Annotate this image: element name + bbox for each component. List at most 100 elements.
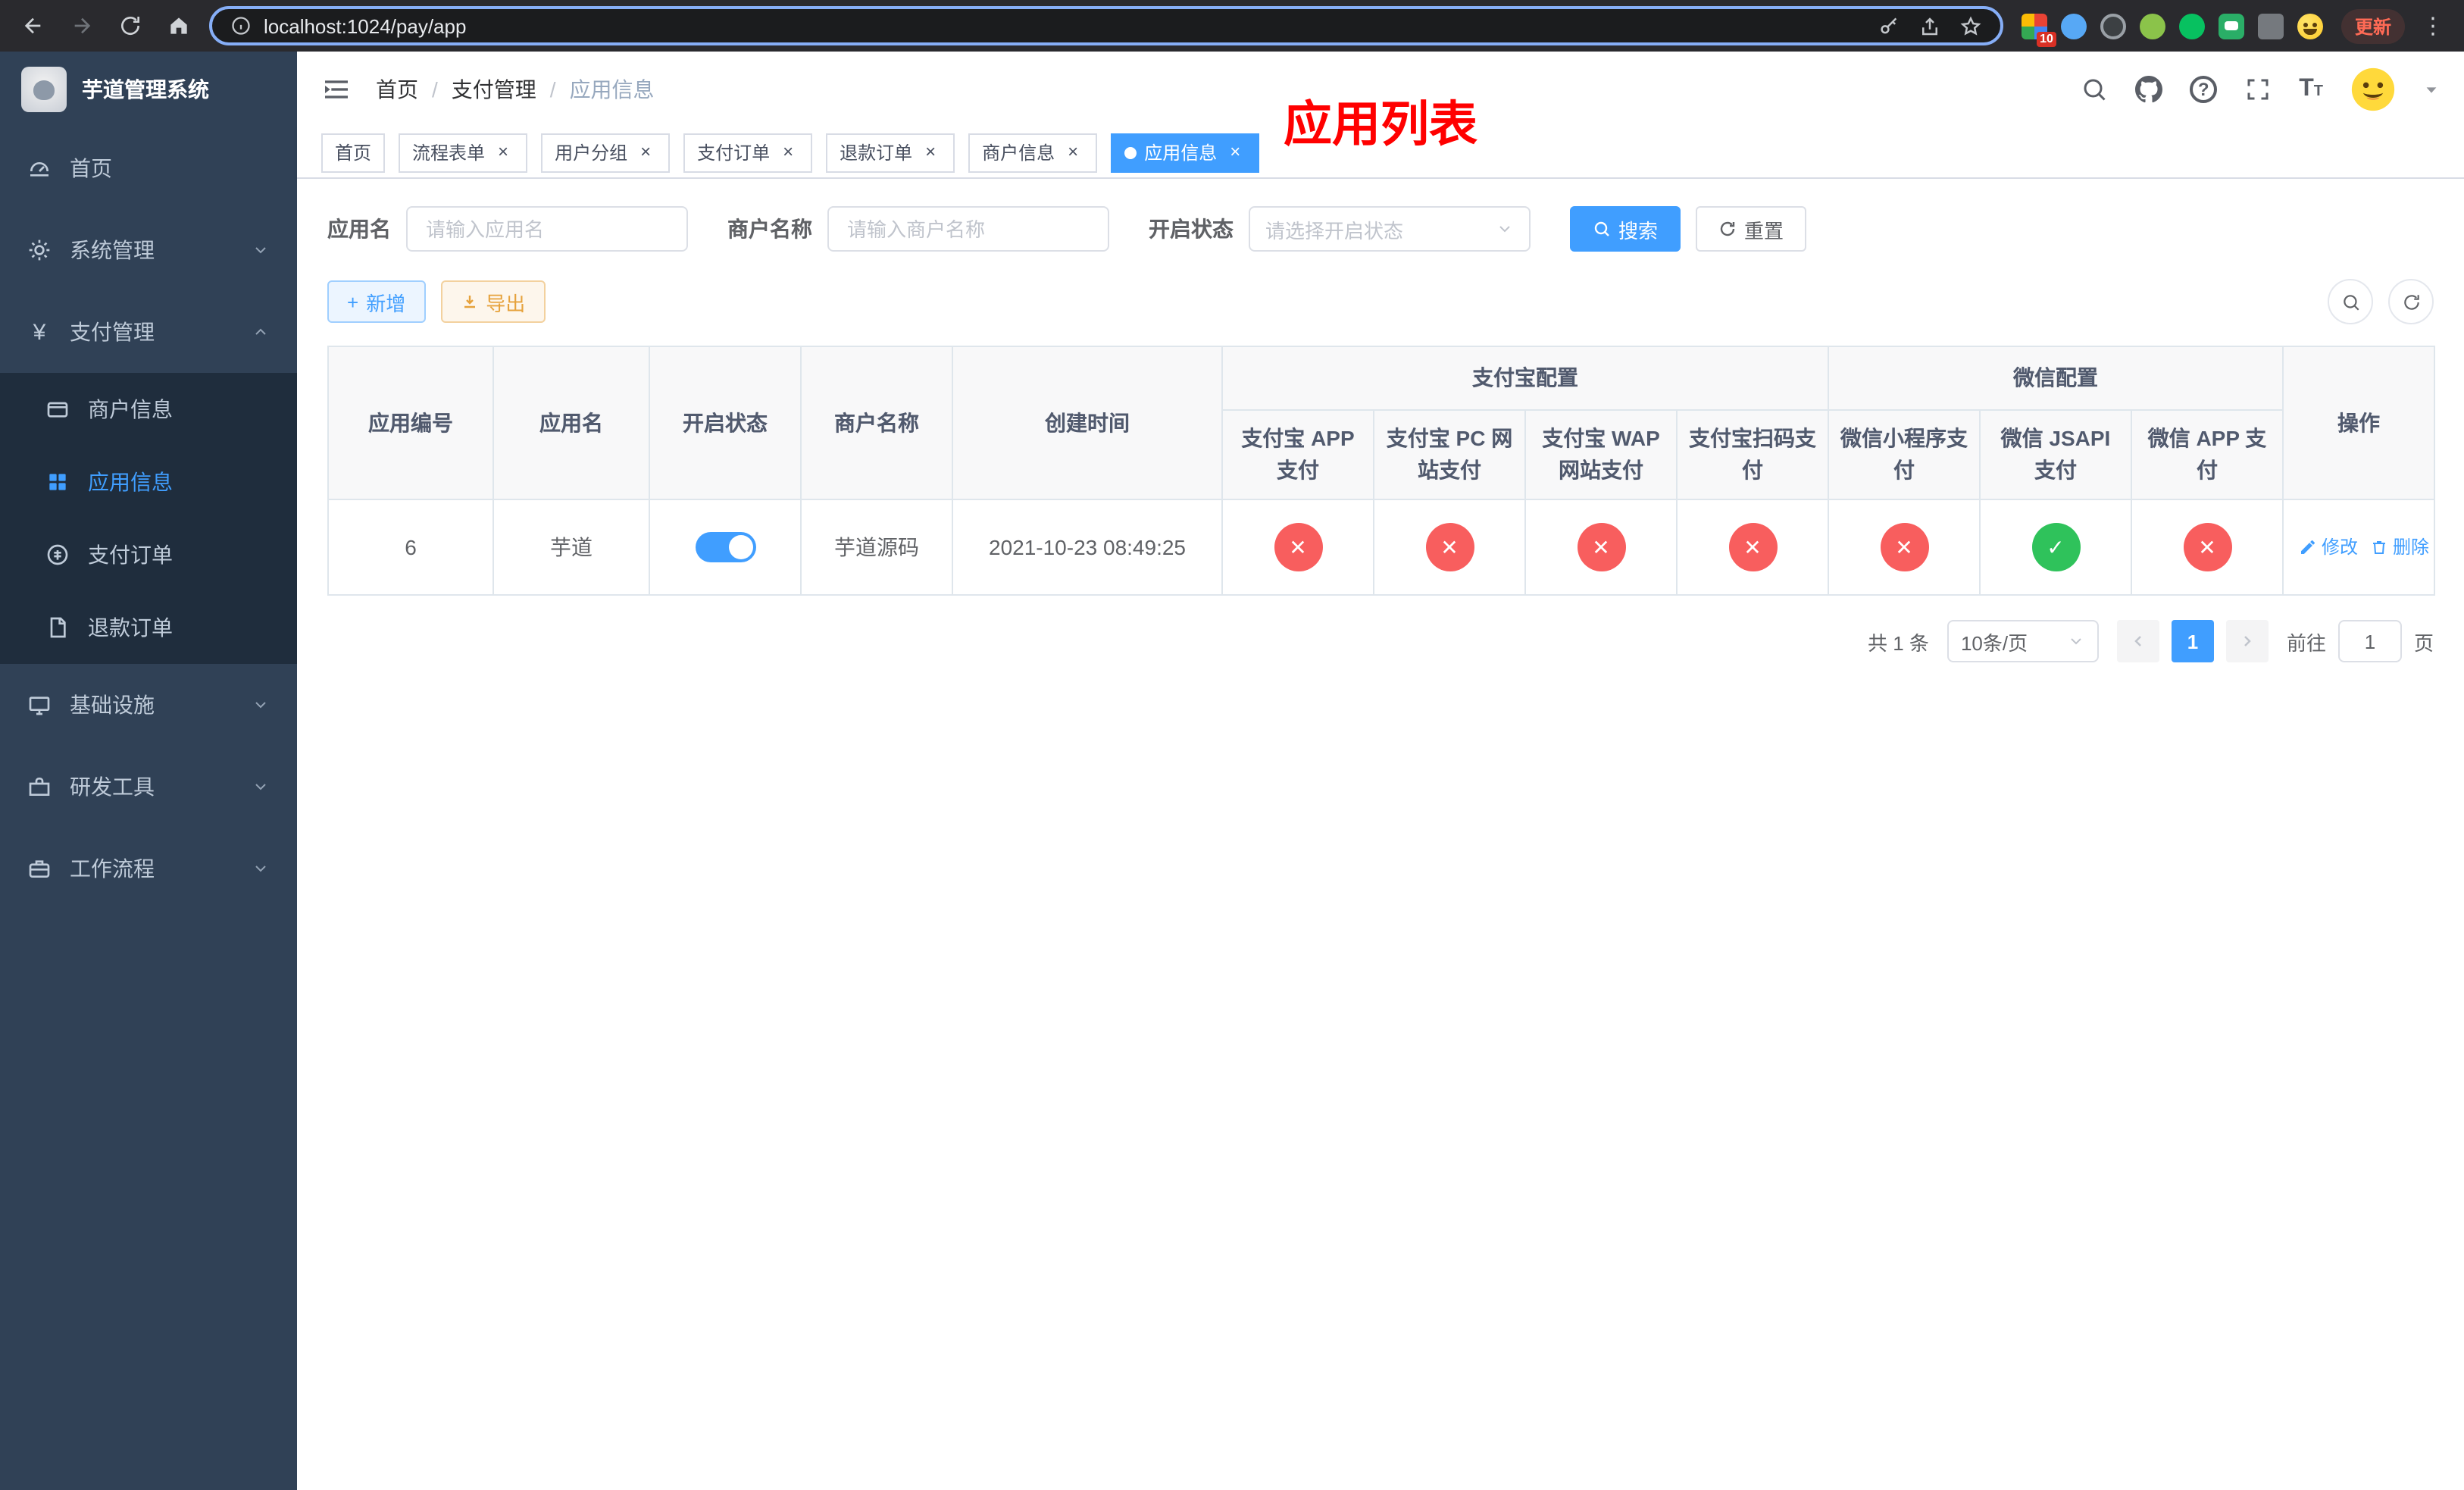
merchant-name-input[interactable]	[827, 206, 1109, 252]
breadcrumb-payment[interactable]: 支付管理	[452, 74, 536, 105]
sidebar-item-merchant-info[interactable]: 商户信息	[0, 373, 297, 446]
monitor-icon	[27, 693, 52, 717]
close-icon[interactable]: ×	[920, 141, 941, 163]
yen-icon: ¥	[33, 319, 46, 345]
app-name-label: 应用名	[327, 217, 391, 241]
tab-refund-orders[interactable]: 退款订单 ×	[826, 133, 955, 172]
font-size-icon[interactable]: TT	[2299, 77, 2323, 102]
chevron-down-icon	[252, 859, 270, 878]
extensions-cluster: 10	[2021, 13, 2323, 46]
reset-button[interactable]: 重置	[1696, 206, 1807, 252]
search-button[interactable]: 搜索	[1570, 206, 1681, 252]
page-unit-label: 页	[2413, 631, 2434, 654]
fullscreen-icon[interactable]	[2244, 76, 2272, 103]
password-key-icon[interactable]	[1878, 14, 1900, 37]
breadcrumb-home[interactable]: 首页	[376, 74, 418, 105]
status-closed-icon: ✕	[1425, 523, 1474, 571]
page-number-button[interactable]: 1	[2171, 620, 2214, 662]
tab-home[interactable]: 首页	[321, 133, 386, 172]
sidebar-item-dev-tools[interactable]: 研发工具	[0, 746, 297, 828]
total-count: 共 1 条	[1868, 631, 1929, 654]
sidebar-item-app-info[interactable]: 应用信息	[0, 446, 297, 518]
breadcrumb: 首页 / 支付管理 / 应用信息	[376, 74, 655, 105]
tab-pay-orders[interactable]: 支付订单 ×	[683, 133, 813, 172]
github-icon[interactable]	[2135, 76, 2163, 103]
app-logo-row: 芋道管理系统	[0, 52, 297, 127]
chevron-down-icon	[252, 241, 270, 259]
sidebar-item-system[interactable]: 系统管理	[0, 209, 297, 291]
close-icon[interactable]: ×	[492, 141, 514, 163]
extension-dark-icon[interactable]	[2100, 13, 2126, 39]
app-name-input[interactable]	[406, 206, 688, 252]
col-alipay-wap: 支付宝 WAP 网站支付	[1524, 409, 1678, 500]
tab-app-info[interactable]: 应用信息 ×	[1111, 133, 1260, 172]
briefcase-icon	[27, 856, 52, 881]
col-alipay-app: 支付宝 APP 支付	[1221, 409, 1374, 500]
toolbox-icon	[27, 775, 52, 799]
user-avatar[interactable]	[2350, 67, 2396, 112]
col-merchant: 商户名称	[800, 346, 953, 500]
close-icon[interactable]: ×	[777, 141, 799, 163]
status-select[interactable]: 请选择开启状态	[1249, 206, 1531, 252]
goto-page-input[interactable]	[2337, 620, 2402, 662]
search-icon[interactable]	[2081, 76, 2108, 103]
status-label: 开启状态	[1149, 217, 1234, 241]
share-icon[interactable]	[1918, 14, 1941, 37]
forward-button[interactable]	[64, 8, 100, 44]
reload-button[interactable]	[112, 8, 149, 44]
col-alipay-qr: 支付宝扫码支付	[1676, 409, 1829, 500]
close-icon[interactable]: ×	[1224, 141, 1246, 163]
address-bar[interactable]: localhost:1024/pay/app	[209, 6, 2003, 45]
status-closed-icon: ✕	[1880, 523, 1928, 571]
prev-page-button[interactable]	[2116, 620, 2159, 662]
browser-toolbar: localhost:1024/pay/app 10 更新 ⋮	[0, 0, 2464, 52]
add-button[interactable]: + 新增	[327, 280, 426, 323]
avatar-caret-icon[interactable]	[2423, 81, 2440, 98]
extension-grid-icon[interactable]: 10	[2021, 13, 2056, 46]
sidebar-item-workflow[interactable]: 工作流程	[0, 828, 297, 909]
extension-green-icon[interactable]	[2178, 13, 2205, 39]
sidebar-item-refund-orders[interactable]: 退款订单	[0, 591, 297, 664]
edit-link[interactable]: 修改	[2299, 534, 2358, 560]
extension-plugin-icon[interactable]	[2257, 13, 2284, 39]
extension-badge: 10	[2037, 31, 2056, 46]
app-table: 应用编号 应用名 开启状态 商户名称 创建时间 支付宝配置 微信配置 操作 支付…	[327, 346, 2435, 596]
cell-app-name: 芋道	[492, 499, 650, 596]
site-info-icon[interactable]	[230, 15, 252, 36]
enabled-toggle[interactable]	[695, 532, 755, 562]
extension-emoji-icon[interactable]	[2297, 13, 2323, 39]
sidebar-item-infrastructure[interactable]: 基础设施	[0, 664, 297, 746]
document-icon	[45, 615, 70, 640]
export-button[interactable]: 导出	[440, 280, 546, 323]
chevron-down-icon	[1496, 220, 1514, 238]
toggle-search-icon[interactable]	[2328, 279, 2373, 324]
hamburger-icon[interactable]	[321, 74, 352, 105]
menu-kebab-icon[interactable]: ⋮	[2417, 14, 2449, 37]
col-wechat-jsapi: 微信 JSAPI 支付	[1979, 409, 2132, 500]
delete-link[interactable]: 删除	[2370, 534, 2429, 560]
close-icon[interactable]: ×	[635, 141, 656, 163]
extension-chat-icon[interactable]	[2218, 13, 2244, 39]
refresh-table-icon[interactable]	[2388, 279, 2434, 324]
sidebar-item-home[interactable]: 首页	[0, 127, 297, 209]
status-closed-icon: ✕	[1728, 523, 1777, 571]
extension-drop-icon[interactable]	[2060, 13, 2087, 39]
table-row: 6 芋道 芋道源码 2021-10-23 08:49:25 ✕ ✕ ✕ ✕ ✕ …	[327, 499, 2435, 596]
update-button[interactable]: 更新	[2340, 8, 2405, 43]
page-size-select[interactable]: 10条/页	[1946, 620, 2099, 662]
help-icon[interactable]: ?	[2190, 76, 2218, 103]
tab-flow-form[interactable]: 流程表单 ×	[399, 133, 528, 172]
extension-avatar-icon[interactable]	[2139, 13, 2165, 39]
sidebar-item-pay-orders[interactable]: 支付订单	[0, 518, 297, 591]
close-icon[interactable]: ×	[1062, 141, 1083, 163]
sidebar-item-payment[interactable]: ¥ 支付管理	[0, 291, 297, 373]
tab-merchant-info[interactable]: 商户信息 ×	[968, 133, 1098, 172]
next-page-button[interactable]	[2225, 620, 2269, 662]
back-button[interactable]	[15, 8, 52, 44]
page-title: 应用列表	[1283, 97, 1478, 152]
bookmark-star-icon[interactable]	[1959, 14, 1982, 37]
home-button[interactable]	[161, 8, 197, 44]
tab-user-group[interactable]: 用户分组 ×	[541, 133, 671, 172]
active-dot	[1124, 146, 1137, 158]
chevron-down-icon	[2067, 632, 2085, 650]
